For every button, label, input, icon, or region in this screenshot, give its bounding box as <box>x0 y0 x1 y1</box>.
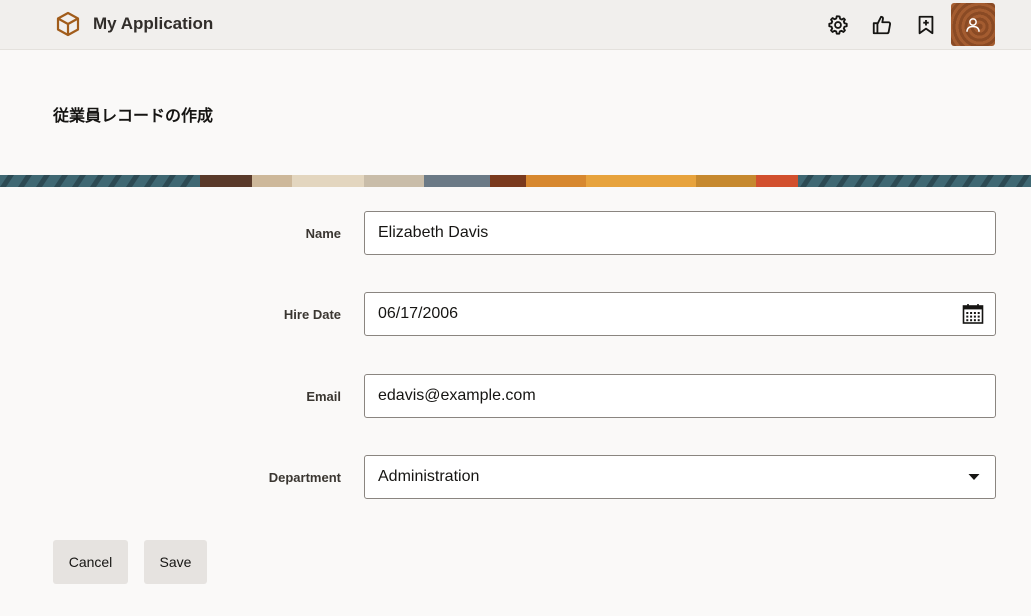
calendar-icon <box>962 304 984 324</box>
form-row-department: Department Administration <box>0 455 1031 499</box>
date-picker-button[interactable] <box>961 293 985 335</box>
gear-icon <box>828 15 848 35</box>
name-input[interactable] <box>365 212 995 254</box>
page-title: 従業員レコードの作成 <box>53 106 214 125</box>
bookmark-add-icon <box>918 15 934 35</box>
hire-date-label: Hire Date <box>283 306 341 322</box>
form-row-email: Email <box>0 374 1031 418</box>
form-row-hire-date: Hire Date <box>0 292 1031 336</box>
department-dropdown-toggle[interactable] <box>967 456 981 498</box>
user-icon <box>966 17 980 32</box>
thumbs-up-icon <box>872 15 892 35</box>
department-select[interactable]: Administration <box>364 455 996 499</box>
user-avatar-button[interactable] <box>951 3 995 46</box>
feedback-button[interactable] <box>866 9 898 41</box>
decorative-banner <box>0 175 1031 187</box>
page-heading-area: 従業員レコードの作成 <box>0 50 1031 175</box>
save-button[interactable]: Save <box>144 540 207 584</box>
hire-date-input[interactable] <box>365 293 995 335</box>
email-input[interactable] <box>365 375 995 417</box>
app-header: My Application <box>0 0 1031 50</box>
cube-icon <box>56 11 80 37</box>
name-label: Name <box>305 225 341 241</box>
cancel-button[interactable]: Cancel <box>53 540 128 584</box>
email-field-container <box>364 374 996 418</box>
settings-button[interactable] <box>822 9 854 41</box>
name-field-container <box>364 211 996 255</box>
caret-down-icon <box>968 474 980 480</box>
app-title: My Application <box>93 14 214 33</box>
brand[interactable]: My Application <box>54 10 213 38</box>
department-label: Department <box>268 469 341 485</box>
form-row-name: Name <box>0 211 1031 255</box>
department-selected-value: Administration <box>378 468 480 485</box>
bookmark-button[interactable] <box>910 9 942 41</box>
email-label: Email <box>306 388 341 404</box>
hire-date-field-container <box>364 292 996 336</box>
